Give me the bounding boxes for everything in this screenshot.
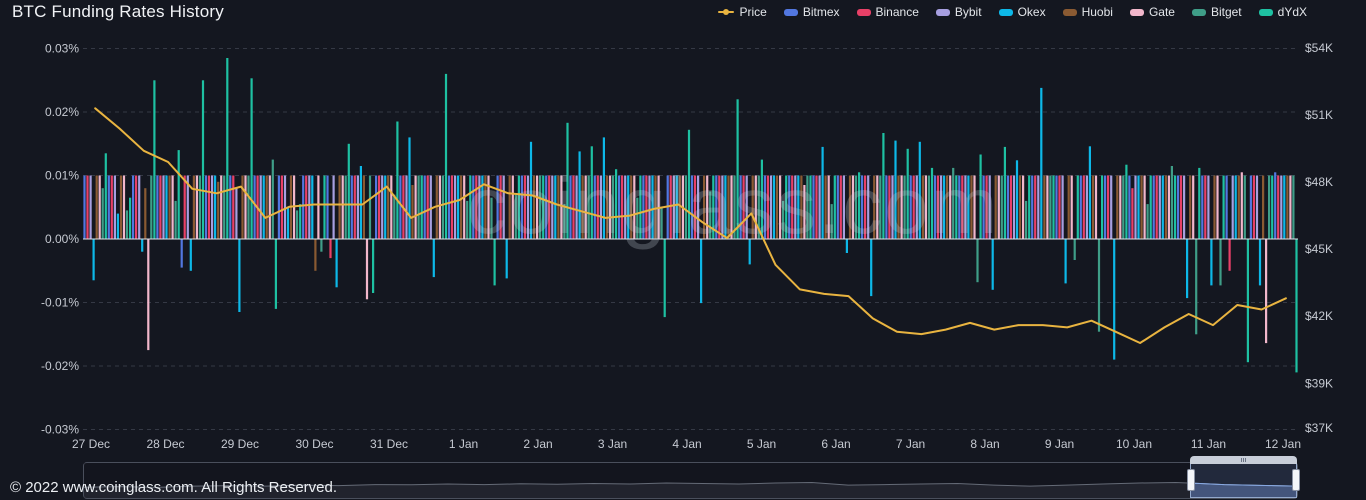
svg-text:2 Jan: 2 Jan: [523, 437, 552, 451]
svg-text:6 Jan: 6 Jan: [821, 437, 850, 451]
svg-text:8 Jan: 8 Jan: [970, 437, 999, 451]
svg-text:$48K: $48K: [1305, 175, 1333, 189]
svg-text:-0.03%: -0.03%: [41, 423, 79, 437]
chart-page: BTC Funding Rates History PriceBitmexBin…: [0, 0, 1366, 500]
svg-text:29 Dec: 29 Dec: [221, 437, 259, 451]
left-axis-labels: 0.03% 0.02% 0.01% 0.00% -0.01% -0.02% -0.03%: [41, 42, 79, 437]
grip-icon: [1243, 458, 1244, 462]
main-chart: coinglass.com 0.03% 0.02% 0.01% 0.00% -0.01% -…: [0, 0, 1366, 458]
navigator-right-handle[interactable]: [1292, 469, 1300, 491]
watermark: coinglass.com: [467, 161, 1000, 250]
svg-text:10 Jan: 10 Jan: [1116, 437, 1152, 451]
svg-text:30 Dec: 30 Dec: [295, 437, 333, 451]
svg-text:12 Jan: 12 Jan: [1265, 437, 1301, 451]
svg-text:3 Jan: 3 Jan: [598, 437, 627, 451]
svg-text:5 Jan: 5 Jan: [747, 437, 776, 451]
right-axis-labels: $54K $51K $48K $45K $42K $39K $37K: [1305, 41, 1333, 435]
svg-text:28 Dec: 28 Dec: [146, 437, 184, 451]
svg-text:-0.02%: -0.02%: [41, 359, 79, 373]
navigator-drag-cap[interactable]: [1190, 456, 1297, 464]
navigator-selection[interactable]: [1190, 463, 1297, 498]
svg-text:1 Jan: 1 Jan: [449, 437, 478, 451]
svg-text:0.00%: 0.00%: [45, 232, 79, 246]
copyright: © 2022 www.coinglass.com. All Rights Res…: [10, 479, 337, 496]
svg-text:27 Dec: 27 Dec: [72, 437, 110, 451]
svg-text:0.03%: 0.03%: [45, 42, 79, 56]
svg-text:0.01%: 0.01%: [45, 169, 79, 183]
svg-text:$45K: $45K: [1305, 242, 1333, 256]
svg-text:0.02%: 0.02%: [45, 105, 79, 119]
svg-text:$42K: $42K: [1305, 309, 1333, 323]
svg-text:9 Jan: 9 Jan: [1045, 437, 1074, 451]
svg-text:-0.01%: -0.01%: [41, 296, 79, 310]
svg-text:$51K: $51K: [1305, 108, 1333, 122]
svg-text:4 Jan: 4 Jan: [672, 437, 701, 451]
svg-text:31 Dec: 31 Dec: [370, 437, 408, 451]
svg-text:7 Jan: 7 Jan: [896, 437, 925, 451]
x-axis-labels: 27 Dec 28 Dec 29 Dec 30 Dec 31 Dec 1 Jan 2 Jan…: [72, 437, 1301, 451]
svg-text:$37K: $37K: [1305, 421, 1333, 435]
navigator-left-handle[interactable]: [1187, 469, 1195, 491]
svg-text:11 Jan: 11 Jan: [1191, 437, 1226, 451]
svg-text:$39K: $39K: [1305, 376, 1333, 390]
svg-text:$54K: $54K: [1305, 41, 1333, 55]
